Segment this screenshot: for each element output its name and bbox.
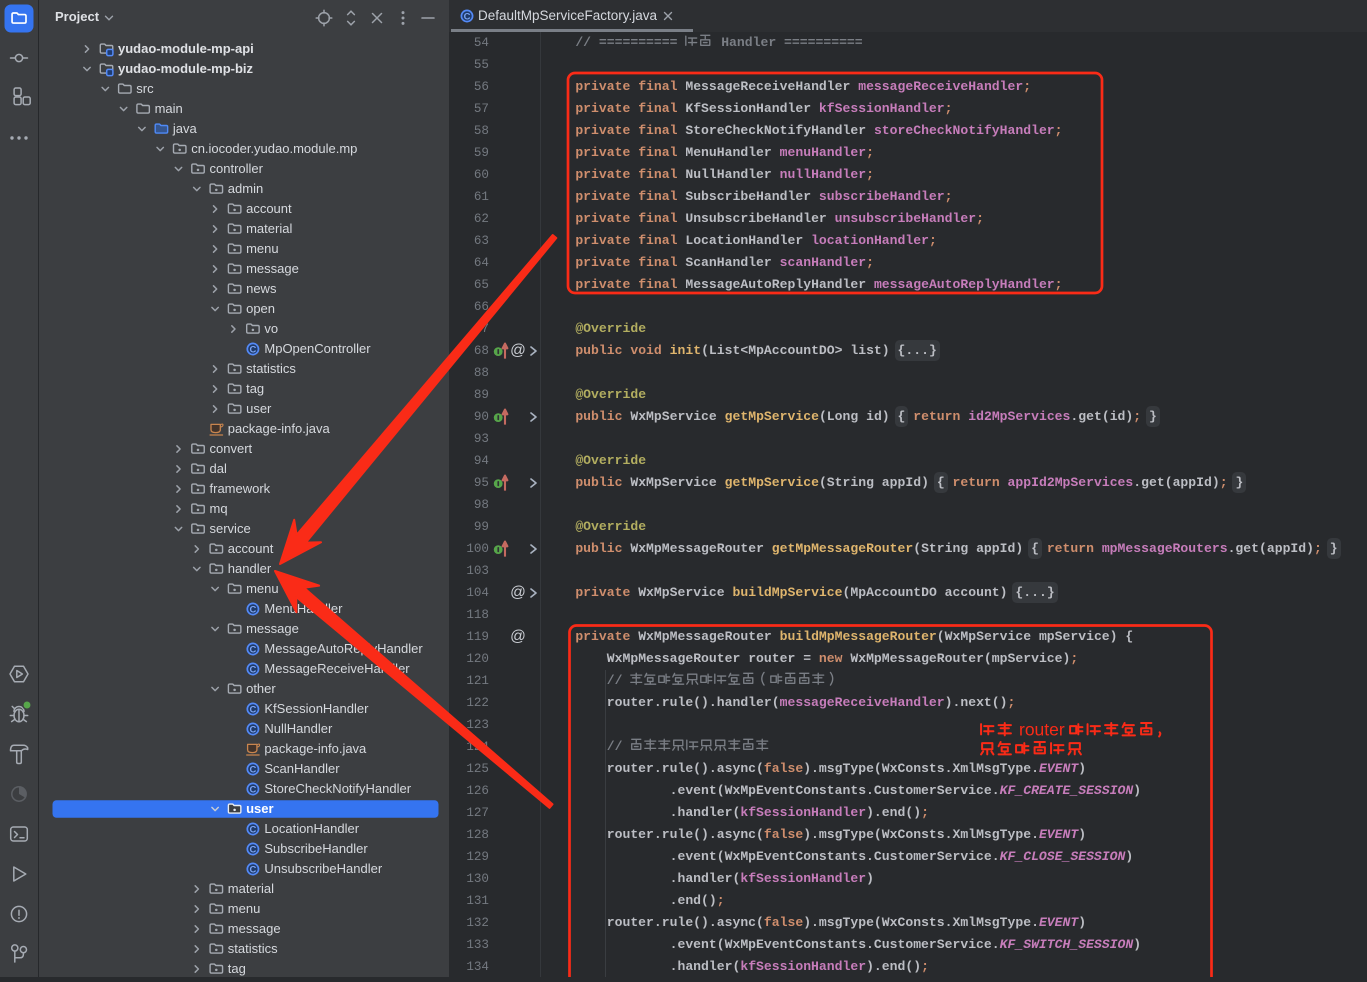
svg-text:router: router [1019,720,1065,740]
